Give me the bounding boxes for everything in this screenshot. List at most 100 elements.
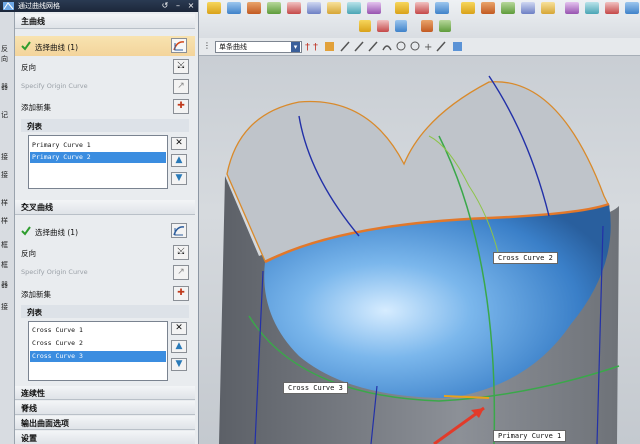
curve-select-icon[interactable]	[171, 38, 187, 53]
move-down-icon[interactable]: ▼	[171, 358, 187, 371]
primary-list-header[interactable]: 列表 ⌃	[21, 119, 189, 132]
cross-add-set-row: 添加新集 ✚	[15, 285, 195, 302]
delete-icon[interactable]: ✕	[171, 322, 187, 335]
main-toolbar	[199, 0, 640, 39]
list-item[interactable]: Primary Curve 1	[30, 140, 166, 151]
reverse-label: 反向	[21, 249, 36, 258]
primary-curve-section-header[interactable]: 主曲线 ⌃	[15, 14, 195, 29]
add-set-icon[interactable]: ✚	[173, 286, 189, 301]
expand-icon[interactable]: ⌄	[21, 433, 191, 442]
expand-icon[interactable]: ⌄	[21, 388, 191, 397]
primary-reverse-row: 反向 ⤩	[15, 58, 195, 75]
tools-icon[interactable]	[367, 2, 381, 14]
output-surface-section-header[interactable]: 输出曲面选项 ⌄	[15, 416, 195, 430]
list-item[interactable]: Primary Curve 2	[30, 152, 166, 163]
more-icon[interactable]	[625, 2, 639, 14]
delete-icon[interactable]: ✕	[171, 137, 187, 150]
curve-rule-dropdown[interactable]: 单条曲线 ▾	[215, 41, 302, 53]
strip-text: 反向	[1, 45, 8, 63]
section-icon[interactable]	[439, 20, 451, 32]
curve-select-icon[interactable]	[171, 223, 187, 238]
strip-text: 框	[1, 241, 8, 249]
list-item[interactable]: Cross Curve 1	[30, 325, 166, 336]
list-item[interactable]: Cross Curve 3	[30, 351, 166, 362]
continuity-section-header[interactable]: 连续性 ⌄	[15, 386, 195, 400]
extend-icon[interactable]	[541, 2, 555, 14]
model-canvas[interactable]	[199, 56, 640, 444]
curve-rule-value: 单条曲线	[219, 43, 247, 51]
filter-icon[interactable]	[395, 20, 407, 32]
selection-icons: † † +	[305, 41, 462, 53]
svg-text:+: +	[424, 42, 432, 53]
layer-icon[interactable]	[307, 2, 321, 14]
dialog-titlebar: 通过曲线网格 ↺ – ×	[0, 0, 198, 12]
mesh-surface-icon[interactable]	[461, 2, 475, 14]
primary-select-curve-row[interactable]: 选择曲线 (1)	[15, 36, 195, 56]
list-item[interactable]: Cross Curve 2	[30, 338, 166, 349]
reverse-direction-icon[interactable]: ⤩	[173, 59, 189, 74]
spline-icon[interactable]	[415, 2, 429, 14]
ruled-icon[interactable]	[481, 2, 495, 14]
offset-icon[interactable]	[585, 2, 599, 14]
cross-curve-3-label: Cross Curve 3	[283, 382, 348, 394]
primary-curve-list[interactable]: Primary Curve 1 Primary Curve 2	[28, 135, 168, 189]
measure-icon[interactable]	[421, 20, 433, 32]
analysis-icon[interactable]	[327, 2, 341, 14]
trim-icon[interactable]	[521, 2, 535, 14]
point-icon[interactable]	[435, 2, 449, 14]
strip-text: 器	[1, 83, 8, 91]
sew-icon[interactable]	[565, 2, 579, 14]
primary-curve-1-label: Primary Curve 1	[493, 430, 567, 442]
spine-section-header[interactable]: 脊线 ⌄	[15, 401, 195, 415]
render-icon[interactable]	[347, 2, 361, 14]
grip-icon: ⋮	[203, 41, 211, 50]
checkmark-icon	[21, 41, 31, 51]
graphics-viewport[interactable]: Cross Curve 2 Cross Curve 3 Primary Curv…	[199, 56, 640, 444]
expand-icon[interactable]: ⌄	[21, 403, 191, 412]
add-new-set-label: 添加新集	[21, 290, 51, 299]
collapse-icon[interactable]: ⌃	[21, 202, 191, 211]
select-curve-label: 选择曲线 (1)	[35, 228, 79, 237]
add-set-icon[interactable]: ✚	[173, 99, 189, 114]
strip-text: 器	[1, 281, 8, 289]
move-down-icon[interactable]: ▼	[171, 172, 187, 185]
settings-section-header[interactable]: 设置 ⌄	[15, 431, 195, 444]
reverse-direction-icon[interactable]: ⤩	[173, 245, 189, 260]
origin-curve-icon[interactable]: ↗	[173, 265, 189, 280]
specify-origin-label: Specify Origin Curve	[21, 268, 88, 276]
edit-icon[interactable]	[287, 2, 301, 14]
origin-curve-icon[interactable]: ↗	[173, 79, 189, 94]
cross-curve-list[interactable]: Cross Curve 1 Cross Curve 2 Cross Curve …	[28, 321, 168, 381]
feature-icon[interactable]	[247, 2, 261, 14]
thicken-icon[interactable]	[605, 2, 619, 14]
select-curve-label: 选择曲线 (1)	[35, 43, 79, 52]
pick-icon[interactable]	[377, 20, 389, 32]
surface-icon[interactable]	[267, 2, 281, 14]
view-icon[interactable]	[227, 2, 241, 14]
selection-toolbar: ⋮ 单条曲线 ▾ † † +	[199, 38, 640, 56]
primary-specify-origin-row: Specify Origin Curve ↗	[15, 78, 195, 95]
add-new-set-label: 添加新集	[21, 103, 51, 112]
swept-icon[interactable]	[501, 2, 515, 14]
collapse-icon[interactable]: ⌃	[27, 121, 185, 130]
cross-curve-section-header[interactable]: 交叉曲线 ⌃	[15, 200, 195, 215]
minimize-icon[interactable]: –	[173, 1, 183, 10]
close-icon[interactable]: ×	[186, 1, 196, 10]
cross-reverse-row: 反向 ⤩	[15, 244, 195, 261]
move-up-icon[interactable]: ▲	[171, 340, 187, 353]
move-up-icon[interactable]: ▲	[171, 154, 187, 167]
cross-curve-2-label: Cross Curve 2	[493, 252, 558, 264]
snap-icon[interactable]	[359, 20, 371, 32]
curve-icon[interactable]	[395, 2, 409, 14]
dialog-title: 通过曲线网格	[18, 2, 60, 10]
sketch-icon[interactable]	[207, 2, 221, 14]
collapse-icon[interactable]: ⌃	[21, 16, 191, 25]
cross-specify-origin-row: Specify Origin Curve ↗	[15, 264, 195, 281]
reset-icon[interactable]: ↺	[160, 1, 170, 10]
cross-select-curve-row[interactable]: 选择曲线 (1)	[15, 221, 195, 241]
expand-icon[interactable]: ⌄	[21, 418, 191, 427]
chevron-down-icon[interactable]: ▾	[291, 42, 300, 52]
collapse-icon[interactable]: ⌃	[27, 307, 185, 316]
left-side-strip: 反向 器 记 接 接 样 样 框 框 器 接	[0, 12, 15, 444]
cross-list-header[interactable]: 列表 ⌃	[21, 305, 189, 318]
